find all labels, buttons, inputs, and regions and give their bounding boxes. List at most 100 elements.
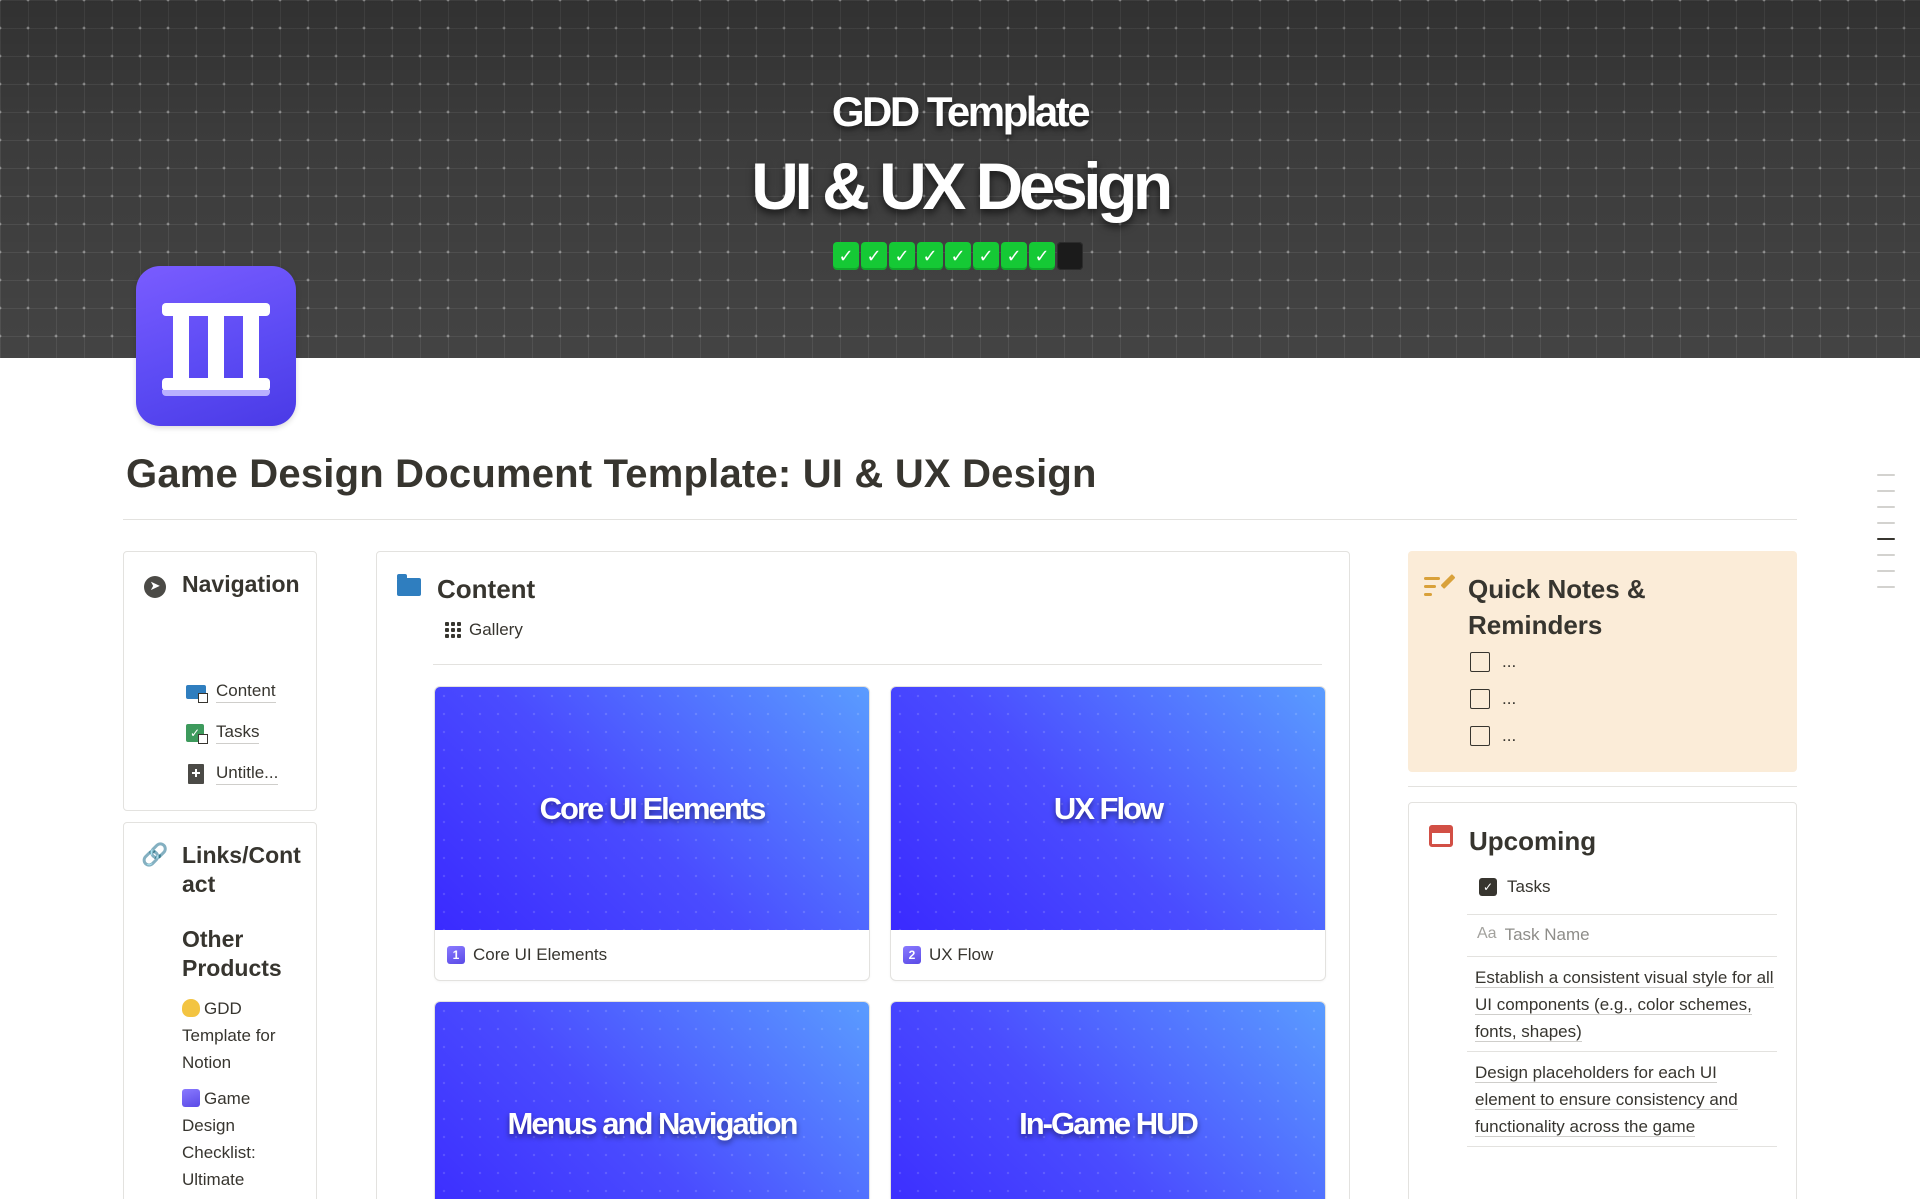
grid-icon	[445, 622, 461, 638]
todo-text[interactable]: ...	[1502, 726, 1516, 746]
quick-notes-card: Quick Notes & Reminders ... ... ...	[1408, 551, 1797, 772]
gallery-card[interactable]: In-Game HUD	[890, 1001, 1326, 1199]
number-one-icon: 1	[447, 946, 465, 964]
nav-link-tasks[interactable]: ✓ Tasks	[186, 721, 260, 744]
check-icon: ✓	[945, 242, 971, 270]
tab-label: Tasks	[1507, 877, 1551, 896]
task-name[interactable]: Design placeholders for each UI element …	[1475, 1063, 1738, 1137]
check-icon: ✓	[917, 242, 943, 270]
nav-link-label: Content	[216, 680, 276, 703]
gallery-card[interactable]: Menus and Navigation	[434, 1001, 870, 1199]
gallery-card-title: UX Flow	[929, 945, 994, 964]
icon-part	[243, 316, 259, 378]
check-icon: ✓	[889, 242, 915, 270]
quick-notes-heading: Quick Notes & Reminders	[1468, 574, 1646, 640]
page-title[interactable]: Game Design Document Template: UI & UX D…	[126, 452, 1097, 497]
gallery-card-caption: 1 Core UI Elements	[435, 930, 869, 980]
navigation-card: ➤ Navigation Content ✓ Tasks Untitle...	[123, 551, 317, 811]
gallery-card-title: Core UI Elements	[473, 945, 608, 964]
icon-part	[162, 390, 270, 396]
toc-item[interactable]	[1877, 570, 1895, 572]
gallery-card-cover: UX Flow	[891, 687, 1325, 930]
links-card: 🔗 Links/Contact Other Products GDD Templ…	[123, 822, 317, 1199]
todo-item[interactable]: ...	[1470, 689, 1516, 709]
gallery-card-cover: Core UI Elements	[435, 687, 869, 930]
tab-gallery[interactable]: Gallery	[445, 620, 523, 640]
folder-icon	[397, 574, 421, 596]
content-card: Content Gallery Core UI Elements 1 Core …	[376, 551, 1350, 1199]
folder-link-icon	[186, 681, 208, 703]
gallery-card-cover-text: Core UI Elements	[539, 790, 767, 826]
other-products-heading: Other Products	[182, 926, 282, 981]
divider	[123, 519, 1797, 520]
document-icon	[186, 763, 208, 785]
gallery-card[interactable]: UX Flow 2 UX Flow	[890, 686, 1326, 981]
checkbox-link-icon: ✓	[186, 722, 208, 744]
nav-link-label: Untitle...	[216, 762, 279, 785]
columns-icon[interactable]	[136, 266, 296, 426]
check-icon: ✓	[833, 242, 859, 270]
check-icon: ✓	[1029, 242, 1055, 270]
checkbox[interactable]	[1470, 726, 1490, 746]
task-name[interactable]: Establish a consistent visual style for …	[1475, 968, 1774, 1042]
link-icon: 🔗	[141, 843, 169, 868]
todo-text[interactable]: ...	[1502, 652, 1516, 672]
divider	[1467, 1146, 1777, 1147]
toc-item[interactable]	[1877, 490, 1895, 492]
checkbox[interactable]	[1470, 689, 1490, 709]
icon-part	[162, 303, 270, 316]
check-icon: ✓	[973, 242, 999, 270]
check-icon: ✓	[1001, 242, 1027, 270]
calendar-icon	[1429, 825, 1453, 847]
divider	[1467, 914, 1777, 915]
nav-link-label: Tasks	[216, 721, 260, 744]
column-header-task-name[interactable]: Aa Task Name	[1477, 925, 1590, 945]
navigation-heading: Navigation	[182, 571, 300, 597]
table-row[interactable]: Establish a consistent visual style for …	[1475, 964, 1775, 1045]
gallery-card-cover-text: Menus and Navigation	[507, 1105, 799, 1141]
divider	[1467, 956, 1777, 957]
nav-link-untitled[interactable]: Untitle...	[186, 762, 279, 785]
product-link-gdd[interactable]: GDD Template for Notion	[182, 995, 302, 1076]
toc-item[interactable]	[1877, 522, 1895, 524]
toc-item[interactable]	[1877, 506, 1895, 508]
icon-part	[208, 316, 224, 378]
text-type-icon: Aa	[1477, 925, 1497, 942]
tab-tasks[interactable]: ✓ Tasks	[1479, 877, 1550, 897]
todo-text[interactable]: ...	[1502, 689, 1516, 709]
number-two-icon: 2	[903, 946, 921, 964]
empty-check-icon	[1057, 242, 1083, 270]
divider	[1408, 786, 1797, 787]
tab-label: Gallery	[469, 620, 523, 639]
links-heading: Links/Contact	[182, 842, 301, 897]
cover-title: UI & UX Design	[751, 149, 1173, 223]
table-row[interactable]: Design placeholders for each UI element …	[1475, 1059, 1775, 1140]
product-link-checklist[interactable]: Game Design Checklist: Ultimate	[182, 1085, 302, 1193]
gallery-card-cover: Menus and Navigation	[435, 1002, 869, 1199]
gallery-card[interactable]: Core UI Elements 1 Core UI Elements	[434, 686, 870, 981]
icon-part	[173, 316, 189, 378]
column-header-label: Task Name	[1504, 925, 1590, 944]
gallery-card-cover: In-Game HUD	[891, 1002, 1325, 1199]
divider	[1467, 1051, 1777, 1052]
table-of-contents[interactable]	[1877, 474, 1895, 602]
todo-item[interactable]: ...	[1470, 652, 1516, 672]
cover-subtitle: GDD Template	[831, 88, 1091, 135]
checkbox[interactable]	[1470, 652, 1490, 672]
toc-item[interactable]	[1877, 554, 1895, 556]
checkbox-icon: ✓	[1479, 878, 1497, 896]
pointing-hand-icon	[182, 999, 200, 1017]
gallery-card-cover-text: UX Flow	[1053, 790, 1164, 826]
compass-icon: ➤	[144, 576, 166, 598]
content-heading: Content	[437, 574, 536, 604]
toc-item-active[interactable]	[1877, 538, 1895, 540]
toc-item[interactable]	[1877, 586, 1895, 588]
todo-item[interactable]: ...	[1470, 726, 1516, 746]
pencil-list-icon	[1424, 574, 1456, 599]
gallery-card-caption: 2 UX Flow	[891, 930, 1325, 980]
progress-checkmarks: ✓ ✓ ✓ ✓ ✓ ✓ ✓ ✓	[833, 242, 1083, 270]
divider	[433, 664, 1322, 665]
toc-item[interactable]	[1877, 474, 1895, 476]
nav-link-content[interactable]: Content	[186, 680, 276, 703]
upcoming-heading: Upcoming	[1469, 826, 1597, 856]
